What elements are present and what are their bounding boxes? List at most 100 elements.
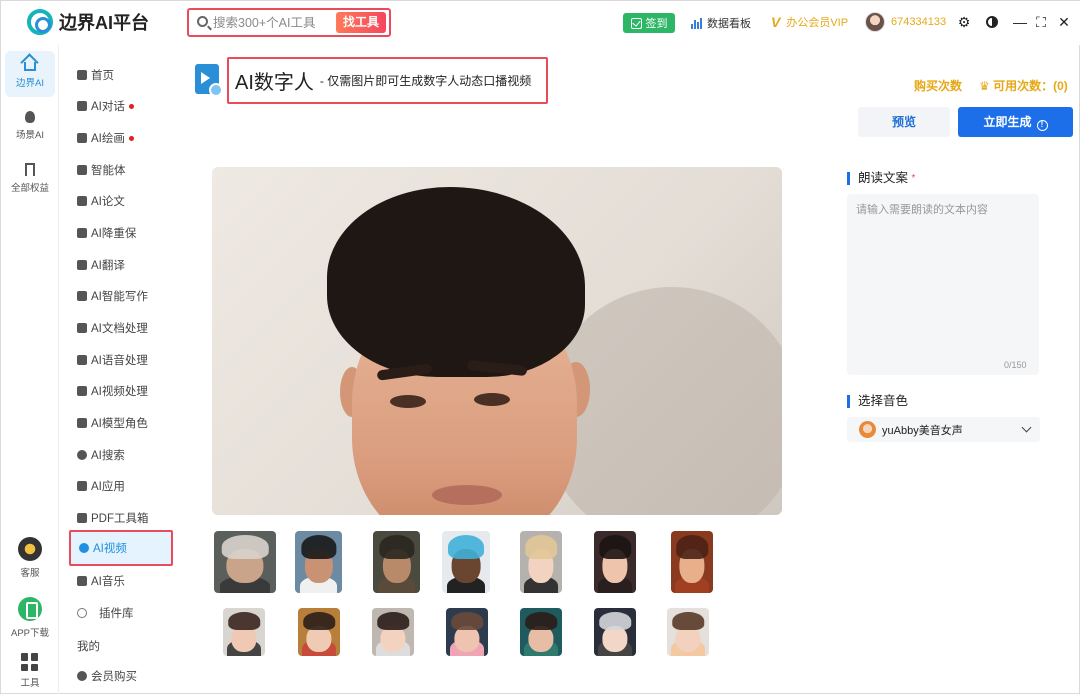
sidebar-item-14[interactable]: PDF工具箱 [69, 504, 173, 532]
search-icon [197, 16, 208, 27]
script-textarea[interactable] [847, 194, 1039, 375]
long-hair-girl-avatar[interactable] [372, 608, 414, 656]
sidebar-item-4[interactable]: AI论文 [69, 187, 173, 215]
rail-item-label: 场景AI [16, 130, 44, 141]
sidebar-item-7[interactable]: AI智能写作 [69, 282, 173, 310]
voice-select[interactable]: yuAbby美音女声 [847, 417, 1040, 442]
search-input[interactable] [213, 13, 333, 32]
pirate-man-avatar[interactable] [373, 531, 420, 593]
app-download-icon [18, 597, 42, 621]
vip-link[interactable]: V 办公会员VIP [771, 14, 848, 30]
app-download-button[interactable]: APP下载 [5, 597, 55, 639]
rail-item-label: 边界AI [16, 78, 44, 89]
user-profile[interactable]: 674334133 [865, 12, 946, 32]
sidebar-item-member-buy[interactable]: 会员购买 [69, 662, 173, 690]
app-window: 边界AI平台 找工具 签到 数据看板 V 办公会员VIP 674334133 ⚙… [0, 0, 1080, 694]
image-icon [77, 133, 87, 143]
sidebar-item-0[interactable]: 首页 [69, 61, 173, 89]
customer-service-icon [18, 537, 42, 561]
tools-grid-icon [21, 653, 39, 671]
brand-logo[interactable]: 边界AI平台 [27, 9, 149, 35]
sidebar-menu: 首页 AI对话 AI绘画智能体 AI论文 AI降重保 AI翻译 AI智能写作 AI文档处理 AI… [61, 45, 185, 694]
silver-hair-girl-avatar[interactable] [594, 608, 636, 656]
generate-button[interactable]: 立即生成! [958, 107, 1073, 137]
sidebar-item-label: AI模型角色 [91, 418, 148, 430]
notification-dot [128, 135, 134, 141]
signin-button[interactable]: 签到 [623, 13, 675, 33]
dark-hair-girl-avatar[interactable] [594, 531, 636, 593]
sidebar-item-label: AI应用 [91, 481, 125, 493]
sidebar-item-label: 首页 [91, 70, 114, 82]
sidebar-item-1[interactable]: AI对话 [69, 92, 173, 120]
sidebar-item-9[interactable]: AI语音处理 [69, 346, 173, 374]
rail-item-bianjie-ai[interactable]: 边界AI [5, 51, 55, 97]
crown-icon: ♛ [979, 79, 990, 93]
script-title: 朗读文案 [858, 171, 909, 185]
rail-item-all-benefits[interactable]: 全部权益 [5, 155, 55, 201]
old-man-avatar[interactable] [214, 531, 276, 593]
woman-portrait-avatar[interactable] [223, 608, 265, 656]
sidebar-item-label: AI智能写作 [91, 291, 148, 303]
find-tool-button[interactable]: 找工具 [336, 12, 386, 33]
sidebar-item-11[interactable]: AI模型角色 [69, 409, 173, 437]
sidebar-item-16[interactable]: AI音乐 [69, 567, 173, 595]
tool-search: 找工具 [187, 8, 391, 37]
model-icon [77, 418, 87, 428]
play-icon [79, 543, 89, 553]
sidebar-item-label: AI音乐 [91, 576, 125, 588]
rail-item-scene-ai[interactable]: 场景AI [5, 103, 55, 149]
city-girl-avatar[interactable] [298, 608, 340, 656]
sidebar-item-3[interactable]: 智能体 [69, 156, 173, 184]
available-times-label: 可用次数：(0) [993, 79, 1068, 93]
sidebar-item-10[interactable]: AI视频处理 [69, 377, 173, 405]
required-mark: * [911, 173, 916, 184]
sidebar-item-label: AI视频处理 [91, 386, 148, 398]
sidebar-item-6[interactable]: AI翻译 [69, 251, 173, 279]
close-icon[interactable]: ✕ [1056, 13, 1072, 31]
video-icon [77, 386, 87, 396]
available-times: ♛ 可用次数：(0) [979, 77, 1068, 94]
teal-girl-avatar[interactable] [520, 608, 562, 656]
sidebar-item-label: AI语音处理 [91, 355, 148, 367]
theme-toggle-icon[interactable] [984, 13, 1000, 31]
text-doc-icon [77, 323, 87, 333]
bookmark-icon [25, 163, 35, 176]
sidebar-item-13[interactable]: AI应用 [69, 472, 173, 500]
ponytail-girl-avatar[interactable] [667, 608, 709, 656]
customer-service-button[interactable]: 客服 [5, 537, 55, 579]
sidebar-item-2[interactable]: AI绘画 [69, 124, 173, 152]
cube-icon [77, 101, 87, 111]
neon-girl-avatar[interactable] [446, 608, 488, 656]
tools-button[interactable]: 工具 [5, 653, 55, 689]
signin-label: 签到 [645, 18, 668, 30]
robot-icon [77, 165, 87, 175]
dashboard-link[interactable]: 数据看板 [691, 15, 751, 31]
video-app-icon [195, 64, 223, 97]
dashboard-label: 数据看板 [707, 18, 751, 30]
blonde-girl-avatar[interactable] [520, 531, 562, 593]
logo-icon [27, 9, 53, 35]
minimize-icon[interactable]: — [1012, 13, 1028, 31]
maximize-icon[interactable]: ⛶ [1033, 13, 1049, 31]
sidebar-item-label: 插件库 [99, 608, 134, 620]
sidebar-item-8[interactable]: AI文档处理 [69, 314, 173, 342]
notification-dot [128, 103, 134, 109]
sidebar-item-15[interactable]: AI视频 [69, 530, 173, 566]
sidebar-item-5[interactable]: AI降重保 [69, 219, 173, 247]
buy-times-link[interactable]: 购买次数 [914, 77, 962, 94]
colorful-hair-avatar[interactable] [442, 531, 490, 593]
warm-girl-avatar[interactable] [671, 531, 713, 593]
sidebar-item-17[interactable]: 插件库 [69, 599, 173, 627]
rail-bottom-label: 工具 [20, 678, 40, 689]
sidebar-item-12[interactable]: AI搜索 [69, 441, 173, 469]
vip-label: 办公会员VIP [786, 17, 849, 29]
rail-item-label: 全部权益 [10, 183, 49, 194]
man-sunglasses-avatar[interactable] [295, 531, 342, 593]
page-title: AI数字人 [235, 72, 314, 94]
gear-icon[interactable]: ⚙ [956, 13, 972, 31]
sidebar-item-label: 会员购买 [91, 671, 137, 683]
user-icon [77, 671, 87, 681]
preview-button[interactable]: 预览 [858, 107, 950, 137]
sidebar-item-label: AI文档处理 [91, 323, 148, 335]
search-icon [77, 450, 87, 460]
